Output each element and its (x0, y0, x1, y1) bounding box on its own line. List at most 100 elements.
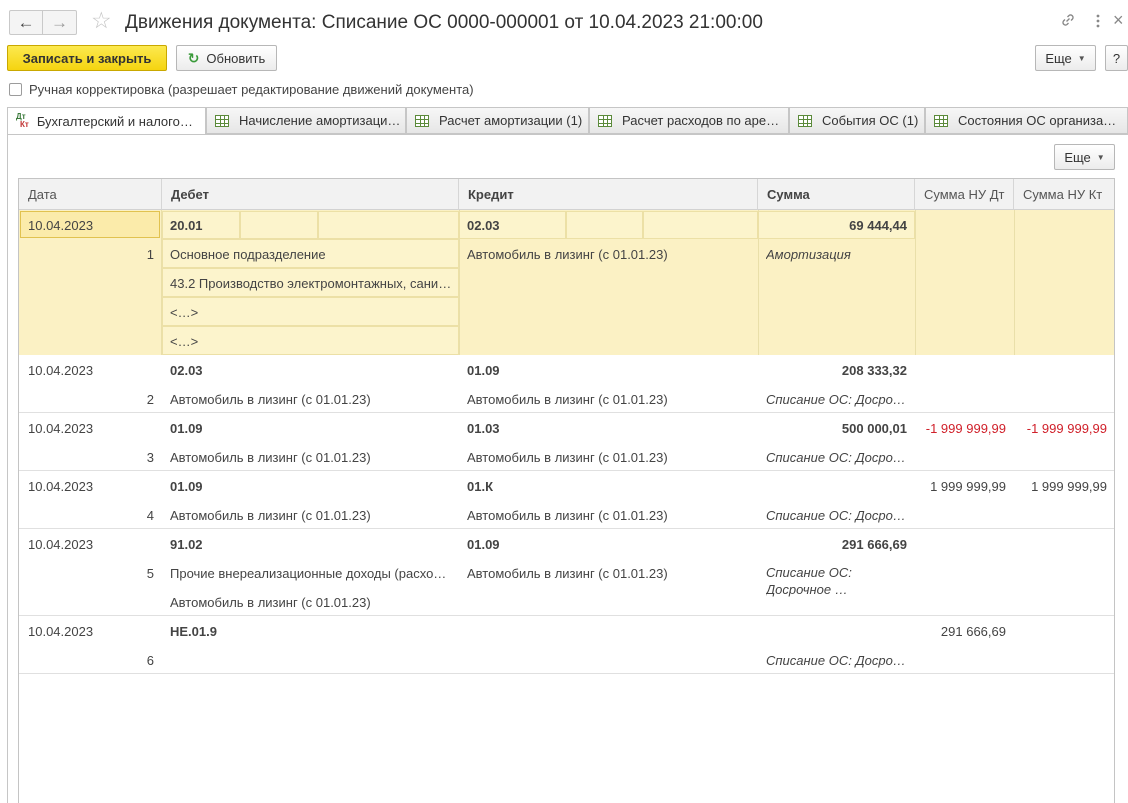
postings-grid: Дата Дебет Кредит Сумма Сумма НУ Дт Сумм… (18, 178, 1115, 803)
tab-asset-states[interactable]: Состояния ОС организа… (925, 107, 1128, 134)
row-divider (19, 528, 1114, 529)
debit-subconto: Автомобиль в лизинг (с 01.01.23) (170, 508, 371, 523)
subconto-cell[interactable] (318, 211, 459, 239)
dt-kt-icon: Дт Кт (16, 112, 29, 129)
column-divider (1014, 210, 1015, 355)
subconto-cell[interactable] (643, 211, 758, 239)
debit-subconto: Автомобиль в лизинг (с 01.01.23) (170, 450, 371, 465)
register-table-icon (215, 114, 229, 127)
debit-account: 01.09 (170, 421, 203, 436)
tab-asset-events[interactable]: События ОС (1) (789, 107, 925, 134)
tax-debit-value: 291 666,69 (940, 624, 1006, 639)
posting-content: Списание ОС: (766, 565, 852, 580)
arrow-left-icon: ← (17, 12, 35, 32)
column-header-tax-debit[interactable]: Сумма НУ Дт (915, 179, 1014, 210)
row-number: 3 (146, 450, 154, 465)
posting-content: Списание ОС: Досро… (766, 392, 906, 407)
column-header-debit[interactable]: Дебет (162, 179, 459, 210)
amount-value: 69 444,44 (849, 218, 907, 233)
posting-content: Списание ОС: Досро… (766, 450, 906, 465)
tax-credit-value: -1 999 999,99 (1026, 421, 1107, 436)
posting-content: Списание ОС: Досро… (766, 653, 906, 668)
grid-more-button[interactable]: Еще ▼ (1054, 144, 1115, 170)
grid-more-label: Еще (1064, 149, 1091, 165)
row-date: 10.04.2023 (28, 479, 94, 494)
posting-content: Досрочное … (766, 582, 848, 597)
more-vertical-icon[interactable] (1095, 13, 1101, 32)
tab-label: События ОС (1) (822, 113, 919, 128)
debit-subconto: Основное подразделение (170, 247, 326, 262)
column-header-tax-credit[interactable]: Сумма НУ Кт (1014, 179, 1114, 210)
tab-strip: Дт Кт Бухгалтерский и налого… Начисление … (7, 107, 1128, 135)
more-button[interactable]: Еще ▼ (1035, 45, 1096, 71)
tab-lease-expense-calc[interactable]: Расчет расходов по аре… (589, 107, 789, 134)
debit-account: 91.02 (170, 537, 203, 552)
amount-value: 291 666,69 (841, 537, 907, 552)
column-header-date[interactable]: Дата (19, 179, 162, 210)
row-number: 1 (146, 247, 154, 262)
register-table-icon (934, 114, 948, 127)
credit-account: 01.09 (467, 363, 500, 378)
tax-debit-value: 1 999 999,99 (930, 479, 1006, 494)
row-number: 2 (146, 392, 154, 407)
debit-subconto: Прочие внереализационные доходы (расхо… (170, 566, 447, 581)
tab-label: Расчет расходов по аре… (622, 113, 780, 128)
debit-subconto: Автомобиль в лизинг (с 01.01.23) (170, 392, 371, 407)
row-divider (19, 470, 1114, 471)
row-date: 10.04.2023 (28, 537, 94, 552)
forward-button[interactable]: → (43, 10, 77, 35)
back-button[interactable]: ← (9, 10, 43, 35)
row-number: 4 (146, 508, 154, 523)
tab-depreciation-calc[interactable]: Расчет амортизации (1) (406, 107, 589, 134)
debit-subconto: <…> (170, 305, 199, 320)
posting-content: Амортизация (766, 247, 851, 262)
chevron-down-icon: ▼ (1077, 53, 1086, 63)
subconto-cell[interactable] (240, 211, 318, 239)
debit-account: 20.01 (170, 218, 203, 233)
debit-subconto: 43.2 Производство электромонтажных, сани… (170, 276, 452, 291)
credit-account: 01.09 (467, 537, 500, 552)
manual-edit-row: Ручная корректировка (разрешает редактир… (9, 82, 474, 97)
debit-subconto: <…> (170, 334, 199, 349)
credit-subconto: Автомобиль в лизинг (с 01.01.23) (467, 450, 668, 465)
debit-account: 02.03 (170, 363, 203, 378)
column-header-amount[interactable]: Сумма (758, 179, 915, 210)
credit-account: 02.03 (467, 218, 500, 233)
register-table-icon (598, 114, 612, 127)
favorite-star-icon[interactable]: ☆ (91, 9, 112, 32)
tab-label: Расчет амортизации (1) (439, 113, 583, 128)
column-divider (915, 210, 916, 355)
help-button[interactable]: ? (1105, 45, 1128, 71)
row-date: 10.04.2023 (28, 363, 94, 378)
row-date: 10.04.2023 (28, 421, 94, 436)
window-titlebar: ← → ☆ Движения документа: Списание ОС 00… (0, 0, 1128, 44)
tab-depreciation-accrual[interactable]: Начисление амортизаци… (206, 107, 406, 134)
more-label: Еще (1045, 50, 1072, 66)
tab-accounting-tax[interactable]: Дт Кт Бухгалтерский и налого… (7, 107, 206, 135)
page-title: Движения документа: Списание ОС 0000-000… (125, 12, 763, 33)
refresh-icon: ↻ (187, 49, 200, 66)
save-and-close-button[interactable]: Записать и закрыть (7, 45, 167, 71)
row-date: 10.04.2023 (28, 624, 94, 639)
subconto-cell[interactable] (566, 211, 643, 239)
row-divider (19, 412, 1114, 413)
amount-value: 208 333,32 (841, 363, 907, 378)
manual-edit-label[interactable]: Ручная корректировка (разрешает редактир… (29, 82, 474, 97)
credit-subconto: Автомобиль в лизинг (с 01.01.23) (467, 247, 668, 262)
column-header-credit[interactable]: Кредит (459, 179, 758, 210)
chevron-down-icon: ▼ (1096, 152, 1105, 162)
tab-label: Состояния ОС организа… (958, 113, 1117, 128)
refresh-label: Обновить (206, 50, 266, 66)
row-number: 6 (146, 653, 154, 668)
amount-value: 500 000,01 (841, 421, 907, 436)
debit-subconto: Автомобиль в лизинг (с 01.01.23) (170, 595, 371, 610)
row-divider (19, 673, 1114, 674)
debit-account: НЕ.01.9 (170, 624, 217, 639)
close-icon[interactable]: × (1113, 11, 1124, 29)
link-icon[interactable] (1060, 12, 1076, 31)
arrow-right-icon: → (51, 12, 68, 32)
refresh-button[interactable]: ↻ Обновить (176, 45, 277, 71)
tax-debit-value: -1 999 999,99 (925, 421, 1006, 436)
manual-edit-checkbox[interactable] (9, 83, 22, 96)
credit-subconto: Автомобиль в лизинг (с 01.01.23) (467, 566, 668, 581)
